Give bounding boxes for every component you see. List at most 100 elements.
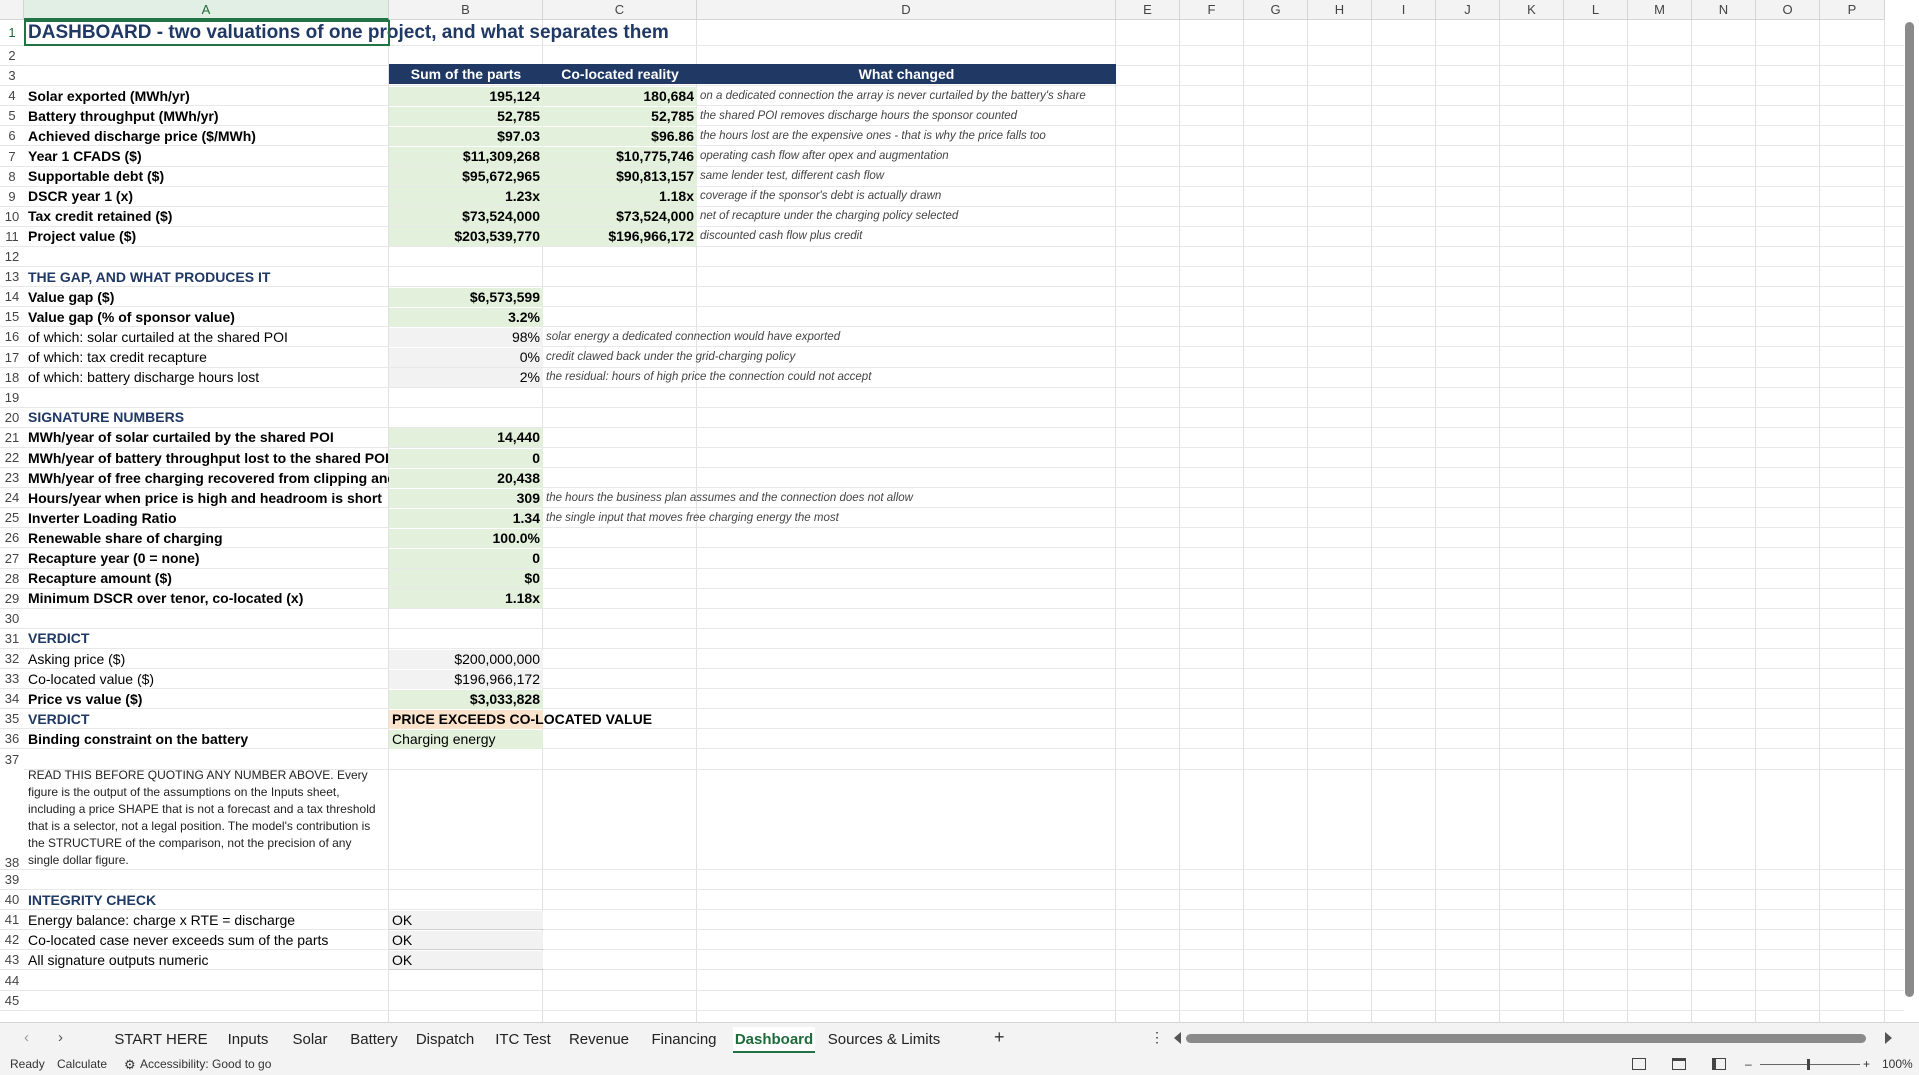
row-header-11[interactable]: 11 xyxy=(0,226,24,247)
page-break-icon[interactable] xyxy=(1712,1058,1726,1070)
row-header-42[interactable]: 42 xyxy=(0,930,24,951)
row-header-10[interactable]: 10 xyxy=(0,206,24,227)
row-header-40[interactable]: 40 xyxy=(0,890,24,911)
row-header-8[interactable]: 8 xyxy=(0,166,24,187)
spreadsheet-grid[interactable]: ABCDEFGHIJKLMNOP 1 2 3 4 5 6 7 8 9 10 11 12 13 14 15 16… xyxy=(0,0,1919,1022)
row-header-24[interactable]: 24 xyxy=(0,488,24,509)
row-header-29[interactable]: 29 xyxy=(0,588,24,609)
column-header-k[interactable]: K xyxy=(1500,0,1564,20)
row-header-3[interactable]: 3 xyxy=(0,66,24,87)
row-header-17[interactable]: 17 xyxy=(0,347,24,368)
verdict-value[interactable]: $200,000,000 xyxy=(389,649,543,669)
row-header-7[interactable]: 7 xyxy=(0,146,24,167)
gap-value[interactable]: 98% xyxy=(389,327,543,347)
column-header-m[interactable]: M xyxy=(1628,0,1692,20)
row-header-39[interactable]: 39 xyxy=(0,870,24,890)
co-located-value[interactable]: 52,785 xyxy=(543,106,697,126)
calculate-button[interactable]: Calculate xyxy=(57,1054,107,1075)
row-header-32[interactable]: 32 xyxy=(0,649,24,669)
chevron-right-icon[interactable]: › xyxy=(58,1029,63,1046)
row-header-20[interactable]: 20 xyxy=(0,407,24,428)
co-located-value[interactable]: $96.86 xyxy=(543,126,697,146)
vertical-scrollbar[interactable] xyxy=(1905,22,1914,997)
co-located-value[interactable]: $196,966,172 xyxy=(543,227,697,247)
gap-value[interactable]: 3.2% xyxy=(389,307,543,327)
sheet-tab-start-here[interactable]: START HERE xyxy=(110,1027,212,1053)
horizontal-scrollbar[interactable] xyxy=(1186,1034,1866,1043)
gap-value[interactable]: $6,573,599 xyxy=(389,287,543,307)
verdict-result[interactable]: PRICE EXCEEDS CO-LOCATED VALUE xyxy=(389,709,697,729)
column-header-h[interactable]: H xyxy=(1308,0,1372,20)
binding-constraint-value[interactable]: Charging energy xyxy=(389,729,543,749)
sheet-tab-sources-limits[interactable]: Sources & Limits xyxy=(825,1027,943,1053)
column-header-i[interactable]: I xyxy=(1372,0,1436,20)
row-header-23[interactable]: 23 xyxy=(0,468,24,489)
sum-of-parts-value[interactable]: $97.03 xyxy=(389,126,543,146)
row-header-13[interactable]: 13 xyxy=(0,267,24,288)
gap-value[interactable]: 0% xyxy=(389,348,543,367)
co-located-value[interactable]: $10,775,746 xyxy=(543,147,697,166)
column-header-l[interactable]: L xyxy=(1564,0,1628,20)
row-header-1[interactable]: 1 xyxy=(0,20,24,46)
co-located-value[interactable]: 1.18x xyxy=(543,187,697,207)
column-header-g[interactable]: G xyxy=(1244,0,1308,20)
co-located-value[interactable]: $73,524,000 xyxy=(543,207,697,227)
signature-value[interactable]: 20,438 xyxy=(389,468,543,488)
row-header-41[interactable]: 41 xyxy=(0,910,24,931)
row-header-12[interactable]: 12 xyxy=(0,247,24,267)
row-header-36[interactable]: 36 xyxy=(0,729,24,750)
row-header-35[interactable]: 35 xyxy=(0,709,24,730)
column-header-n[interactable]: N xyxy=(1692,0,1756,20)
signature-value[interactable]: 309 xyxy=(389,488,543,508)
zoom-slider[interactable] xyxy=(1760,1064,1860,1065)
integrity-status[interactable]: OK xyxy=(389,910,543,930)
signature-value[interactable]: 1.34 xyxy=(389,508,543,528)
integrity-status[interactable]: OK xyxy=(389,950,543,970)
sum-of-parts-value[interactable]: $11,309,268 xyxy=(389,147,543,166)
row-header-21[interactable]: 21 xyxy=(0,427,24,448)
row-header-14[interactable]: 14 xyxy=(0,287,24,308)
verdict-value[interactable]: $196,966,172 xyxy=(389,669,543,689)
column-header-b[interactable]: B xyxy=(389,0,543,20)
row-header-34[interactable]: 34 xyxy=(0,689,24,710)
column-header-o[interactable]: O xyxy=(1756,0,1820,20)
integrity-status[interactable]: OK xyxy=(389,930,543,950)
row-header-15[interactable]: 15 xyxy=(0,307,24,328)
column-header-d[interactable]: D xyxy=(697,0,1116,20)
accessibility-status[interactable]: Accessibility: Good to go xyxy=(140,1054,271,1075)
verdict-value[interactable]: $3,033,828 xyxy=(389,689,543,709)
column-header-f[interactable]: F xyxy=(1180,0,1244,20)
row-header-43[interactable]: 43 xyxy=(0,950,24,971)
signature-value[interactable]: 0 xyxy=(389,448,543,468)
normal-view-icon[interactable] xyxy=(1632,1058,1646,1070)
co-located-value[interactable]: $90,813,157 xyxy=(543,167,697,187)
row-header-45[interactable]: 45 xyxy=(0,990,24,1011)
sum-of-parts-value[interactable]: 52,785 xyxy=(389,106,543,126)
row-header-33[interactable]: 33 xyxy=(0,669,24,690)
row-header-22[interactable]: 22 xyxy=(0,448,24,468)
signature-value[interactable]: 100.0% xyxy=(389,528,543,548)
row-header-28[interactable]: 28 xyxy=(0,568,24,589)
sum-of-parts-value[interactable]: $73,524,000 xyxy=(389,207,543,227)
sheet-tab-inputs[interactable]: Inputs xyxy=(220,1027,276,1053)
page-layout-icon[interactable] xyxy=(1672,1058,1686,1070)
scroll-left-icon[interactable] xyxy=(1174,1032,1181,1044)
select-all-corner[interactable] xyxy=(0,0,24,20)
zoom-out-button[interactable]: – xyxy=(1745,1054,1752,1075)
row-header-9[interactable]: 9 xyxy=(0,186,24,207)
row-header-19[interactable]: 19 xyxy=(0,387,24,408)
more-options-icon[interactable]: ⋮ xyxy=(1150,1029,1164,1046)
column-header-j[interactable]: J xyxy=(1436,0,1500,20)
column-header-a[interactable]: A xyxy=(24,0,389,20)
row-header-31[interactable]: 31 xyxy=(0,628,24,649)
sum-of-parts-value[interactable]: 1.23x xyxy=(389,187,543,207)
add-sheet-button[interactable]: + xyxy=(994,1027,1005,1048)
sheet-tab-battery[interactable]: Battery xyxy=(345,1027,403,1053)
sheet-tab-solar[interactable]: Solar xyxy=(285,1027,335,1053)
row-header-38[interactable]: 38 xyxy=(0,765,24,870)
signature-value[interactable]: 1.18x xyxy=(389,589,543,609)
column-header-c[interactable]: C xyxy=(543,0,697,20)
row-header-4[interactable]: 4 xyxy=(0,86,24,107)
chevron-left-icon[interactable]: ‹ xyxy=(24,1029,29,1046)
sheet-tab-financing[interactable]: Financing xyxy=(647,1027,721,1053)
